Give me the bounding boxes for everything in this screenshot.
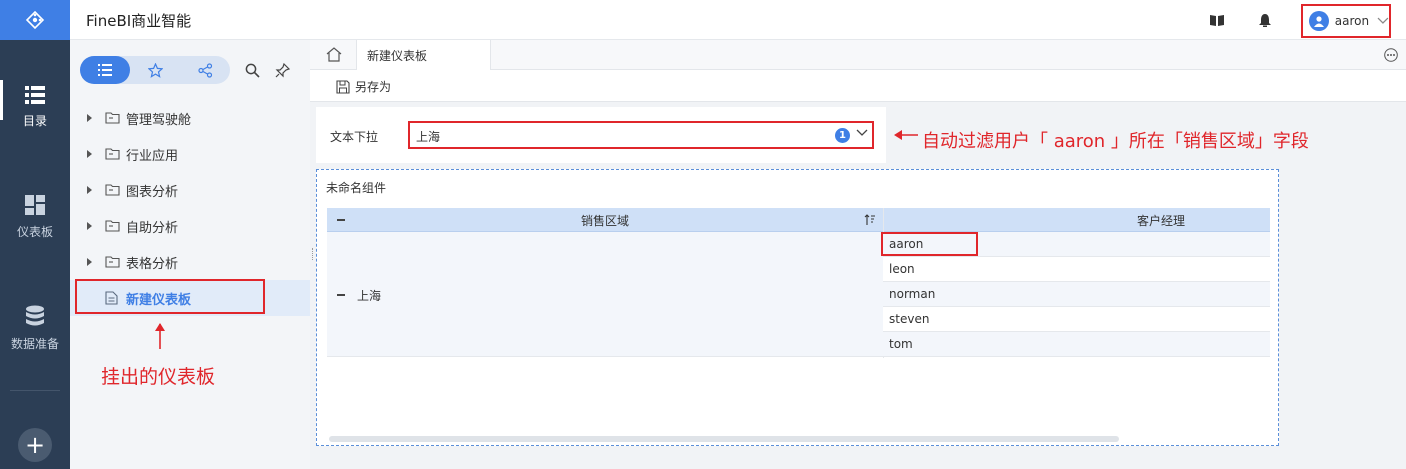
nav-rail: 目录 仪表板 数据准备 + <box>0 0 70 469</box>
annotation-highlight-box <box>881 232 978 256</box>
text-dropdown-filter: 文本下拉 上海 1 <box>316 107 886 163</box>
manager-value: steven <box>889 312 930 326</box>
caret-right-icon[interactable] <box>87 186 92 194</box>
folder-label: 管理驾驶舱 <box>126 113 192 128</box>
folder-icon <box>105 112 120 124</box>
nav-item-label: 目录 <box>22 114 47 128</box>
folder-label: 自助分析 <box>126 221 179 236</box>
filter-value: 上海 <box>416 130 441 144</box>
tab-bar: 新建仪表板 <box>310 40 1406 70</box>
table-row: tom <box>883 332 1270 357</box>
view-favorites-button[interactable] <box>130 56 180 84</box>
caret-right-icon[interactable] <box>87 258 92 266</box>
avatar <box>1309 11 1329 31</box>
save-icon <box>336 79 350 94</box>
selected-count-badge: 1 <box>835 128 850 143</box>
view-list-button[interactable] <box>80 56 130 84</box>
header-account-manager[interactable]: 客户经理 <box>883 208 1406 232</box>
directory-view-switch <box>80 56 230 84</box>
table-row: norman <box>883 282 1270 307</box>
save-as-label: 另存为 <box>355 80 392 94</box>
star-icon <box>147 62 163 78</box>
dashboard-toolbar: 另存为 <box>310 70 1406 102</box>
annotation-left-arrow-icon <box>894 130 918 140</box>
region-cell: 上海 <box>327 232 883 357</box>
list-icon <box>98 64 112 76</box>
folder-icon <box>105 220 120 232</box>
filter-label: 文本下拉 <box>330 130 379 144</box>
folder-icon <box>105 256 120 268</box>
dashboard-icon <box>25 195 45 215</box>
region-value: 上海 <box>357 289 382 303</box>
bell-icon[interactable] <box>1257 12 1273 28</box>
caret-right-icon[interactable] <box>87 222 92 230</box>
table-row: leon <box>883 257 1270 282</box>
panel-resize-handle[interactable] <box>312 248 314 260</box>
filter-select[interactable]: 上海 1 <box>408 121 874 149</box>
horizontal-scrollbar[interactable] <box>329 436 1119 442</box>
sort-icon[interactable] <box>864 214 876 226</box>
tab-new-dashboard[interactable]: 新建仪表板 <box>356 40 491 70</box>
app-title: FineBI商业智能 <box>86 12 192 30</box>
annotation-highlight-box <box>75 279 265 314</box>
caret-right-icon[interactable] <box>87 150 92 158</box>
nav-item-dashboard[interactable]: 仪表板 <box>0 195 70 240</box>
main-area: 新建仪表板 另存为 文本下拉 上海 1 自动过滤用户「 aaron 」所在「销售… <box>310 40 1406 469</box>
annotation-left-note: 挂出的仪表板 <box>101 366 216 388</box>
logo-icon <box>25 10 45 30</box>
pin-icon[interactable] <box>274 62 290 78</box>
user-icon <box>1313 16 1324 27</box>
nav-item-data-prep[interactable]: 数据准备 <box>0 305 70 352</box>
folder-item[interactable]: 行业应用 <box>70 136 310 172</box>
share-icon <box>197 62 212 78</box>
manager-value: tom <box>889 337 913 351</box>
user-menu[interactable]: aaron <box>1301 4 1391 38</box>
folder-item[interactable]: 管理驾驶舱 <box>70 100 310 136</box>
folder-item[interactable]: 图表分析 <box>70 172 310 208</box>
add-button[interactable]: + <box>18 428 52 462</box>
list-icon <box>25 86 45 104</box>
annotation-right-note: 自动过滤用户「 aaron 」所在「销售区域」字段 <box>922 131 1309 152</box>
nav-item-label: 数据准备 <box>10 337 59 351</box>
database-icon <box>26 305 44 326</box>
home-icon[interactable] <box>326 47 342 62</box>
nav-divider <box>10 390 60 391</box>
folder-label: 图表分析 <box>126 185 179 200</box>
folder-item[interactable]: 表格分析 <box>70 244 310 280</box>
search-icon[interactable] <box>244 62 260 78</box>
annotation-up-arrow-icon <box>155 323 165 349</box>
help-book-icon[interactable] <box>1209 12 1225 28</box>
manager-value: norman <box>889 287 936 301</box>
table-header-row: 销售区域 客户经理 <box>327 208 1270 232</box>
chevron-down-icon <box>1377 17 1389 24</box>
table-row: steven <box>883 307 1270 332</box>
nav-item-label: 仪表板 <box>16 225 53 239</box>
view-share-button[interactable] <box>180 56 230 84</box>
manager-value: leon <box>889 262 915 276</box>
widget-title: 未命名组件 <box>326 181 387 195</box>
table-widget: 未命名组件 销售区域 客户经理 上海 aaron leon norman ste… <box>316 169 1279 446</box>
folder-icon <box>105 148 120 160</box>
folder-item[interactable]: 自助分析 <box>70 208 310 244</box>
caret-right-icon[interactable] <box>87 114 92 122</box>
top-header: FineBI商业智能 aaron <box>70 0 1406 40</box>
header-sales-region[interactable]: 销售区域 <box>327 208 883 232</box>
chevron-down-icon[interactable] <box>856 129 868 137</box>
folder-label: 行业应用 <box>126 149 179 164</box>
app-root: 目录 仪表板 数据准备 + FineBI商业智能 aaron 管理驾驶舱 行业应… <box>0 0 1406 469</box>
more-options-icon[interactable] <box>1384 48 1398 62</box>
nav-item-directory[interactable]: 目录 <box>0 86 70 129</box>
collapse-icon[interactable] <box>337 294 345 296</box>
save-as-button[interactable]: 另存为 <box>336 78 391 95</box>
folder-label: 表格分析 <box>126 257 179 272</box>
folder-icon <box>105 184 120 196</box>
tab-label: 新建仪表板 <box>367 48 428 63</box>
user-name: aaron <box>1334 14 1370 28</box>
app-logo[interactable] <box>0 0 70 40</box>
directory-panel: 管理驾驶舱 行业应用 图表分析 自助分析 表格分析 新建仪表板 挂出的仪表板 <box>70 40 310 469</box>
